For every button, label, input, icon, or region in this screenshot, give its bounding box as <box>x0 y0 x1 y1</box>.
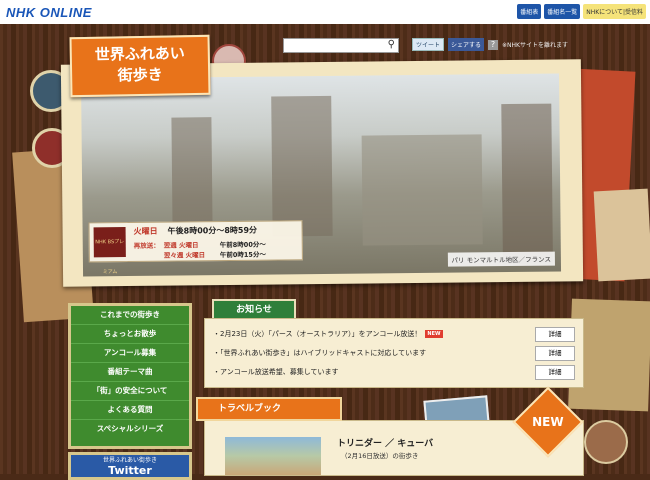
external-site-note: ※NHKサイトを離れます <box>502 42 568 49</box>
notice-text[interactable]: ・2月23日（火）「パース（オーストラリア）」をアンコール放送！ <box>213 329 421 339</box>
decor-stamp-bottom <box>584 420 628 464</box>
twitter-banner-sub: 世界ふれあい街歩き <box>102 457 157 464</box>
nav-past-walks[interactable]: これまでの街歩き <box>71 306 189 325</box>
notice-item[interactable]: ・「世界ふれあい街歩き」はハイブリッドキャストに対応しています <box>213 344 426 362</box>
notice-text[interactable]: ・「世界ふれあい街歩き」はハイブリッドキャストに対応しています <box>213 348 426 358</box>
travel-item-title[interactable]: トリニダー ／ キューバ <box>337 436 433 449</box>
detail-button[interactable]: 詳細 <box>535 327 575 342</box>
top-bar: NHK ONLINE 番組表 番組名一覧 NHKについて|受信料 <box>0 0 650 24</box>
tweet-button[interactable]: ツイート <box>412 38 445 51</box>
program-title: 世界ふれあい 街歩き <box>94 44 185 85</box>
link-program-guide[interactable]: 番組表 <box>517 4 542 19</box>
new-badge: NEW <box>425 330 443 338</box>
facebook-share-button[interactable]: シェアする <box>448 38 485 51</box>
rerun1-time: 午前8時00分〜 <box>219 240 266 250</box>
help-icon[interactable]: ? <box>488 39 499 50</box>
notice-item[interactable]: ・アンコール放送希望、募集しています <box>213 363 339 381</box>
nav-faq[interactable]: よくある質問 <box>71 401 189 420</box>
broadcast-time: 午後8時00分〜8時59分 <box>167 225 258 236</box>
broadcast-schedule: NHK BSプレミアム 火曜日 午後8時00分〜8時59分 再放送： 翌週 火曜… <box>88 220 303 275</box>
travel-item-subtitle: （2月16日放送）の街歩き <box>341 452 419 460</box>
detail-button[interactable]: 詳細 <box>535 346 575 361</box>
bs-premium-logo: NHK BSプレミアム <box>93 227 126 275</box>
top-links: 番組表 番組名一覧 NHKについて|受信料 <box>517 4 646 19</box>
nav-short-stroll[interactable]: ちょっとお散歩 <box>71 325 189 344</box>
notice-item[interactable]: ・2月23日（火）「パース（オーストラリア）」をアンコール放送！ NEW <box>213 325 443 343</box>
detail-button[interactable]: 詳細 <box>535 365 575 380</box>
notice-text[interactable]: ・アンコール放送希望、募集しています <box>213 367 339 377</box>
notice-panel: ・2月23日（火）「パース（オーストラリア）」をアンコール放送！ NEW 詳細 … <box>204 318 584 388</box>
side-navigation: これまでの街歩き ちょっとお散歩 アンコール募集 番組テーマ曲 「街」の安全につ… <box>68 303 192 449</box>
nhk-online-logo[interactable]: NHK ONLINE <box>6 5 92 20</box>
hero-photo: NHK BSプレミアム 火曜日 午後8時00分〜8時59分 再放送： 翌週 火曜… <box>80 73 562 277</box>
nav-theme-song[interactable]: 番組テーマ曲 <box>71 363 189 382</box>
search-icon[interactable]: ⚲ <box>388 39 395 50</box>
notice-heading: お知らせ <box>212 299 296 319</box>
link-about-nhk[interactable]: NHKについて|受信料 <box>583 4 646 19</box>
link-program-list[interactable]: 番組名一覧 <box>544 4 581 19</box>
new-badge-text: NEW <box>532 414 564 429</box>
rerun2-day: 翌々週 火曜日 <box>163 251 206 260</box>
broadcast-day: 火曜日 <box>133 226 158 236</box>
nav-encore-request[interactable]: アンコール募集 <box>71 344 189 363</box>
rerun-label: 再放送： <box>133 241 160 250</box>
search-input[interactable]: ⚲ <box>283 38 399 53</box>
program-title-card[interactable]: 世界ふれあい 街歩き <box>69 34 211 98</box>
photo-caption: パリ モンマルトル地区／フランス <box>447 251 555 267</box>
travel-thumbnail[interactable] <box>225 437 321 475</box>
twitter-banner-title: Twitter <box>108 464 152 477</box>
social-bar: ツイート シェアする ? ※NHKサイトを離れます <box>412 38 568 51</box>
rerun1-day: 翌週 火曜日 <box>163 241 199 250</box>
rerun2-time: 午前0時15分〜 <box>219 250 266 260</box>
decor-map-grid <box>593 188 650 282</box>
nav-town-safety[interactable]: 「街」の安全について <box>71 382 189 401</box>
twitter-banner[interactable]: 世界ふれあい街歩き Twitter <box>68 452 192 480</box>
nav-special-series[interactable]: スペシャルシリーズ <box>71 420 189 438</box>
travel-book-heading: トラベルブック <box>196 397 342 421</box>
